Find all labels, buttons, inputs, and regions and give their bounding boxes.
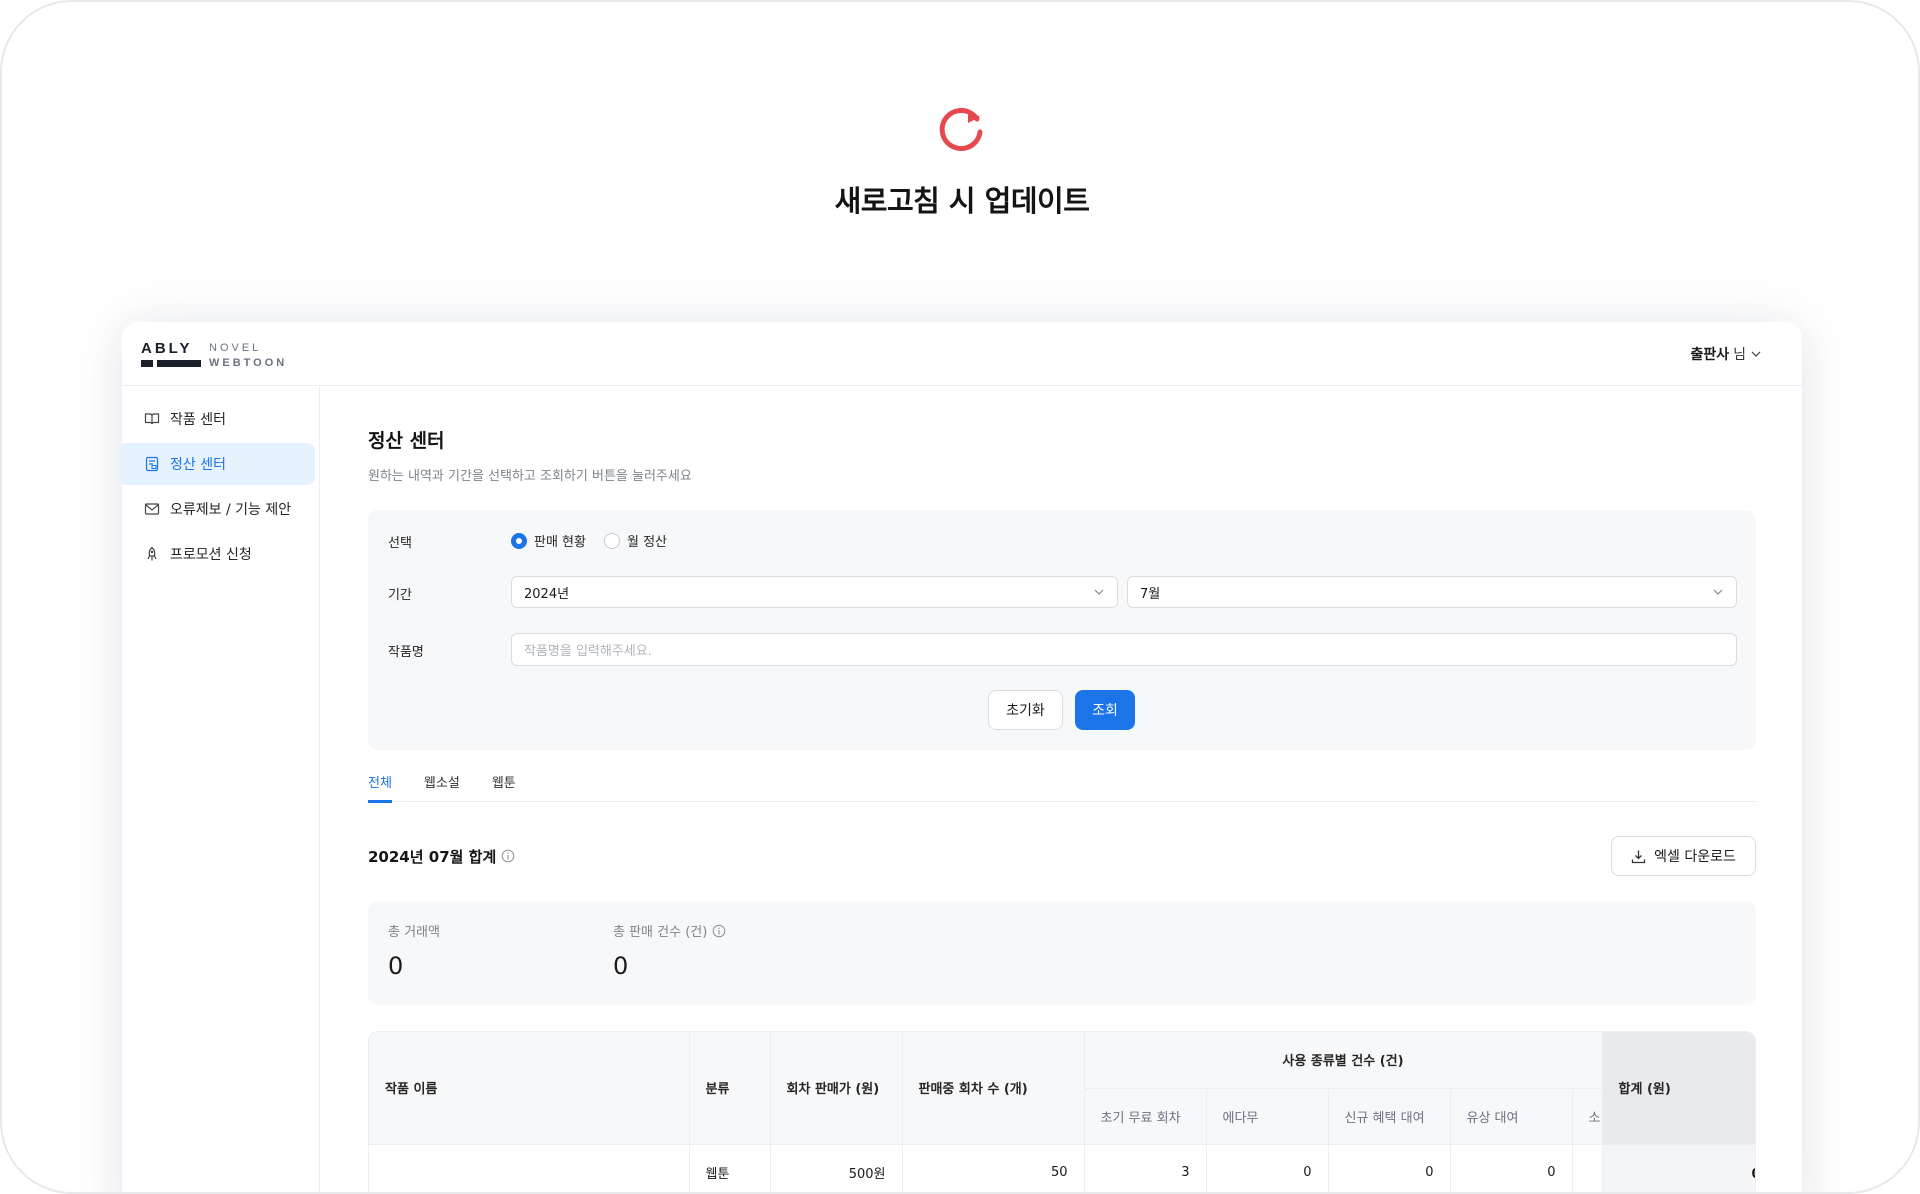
summary-stats: 총 거래액 0 총 판매 건수 (건) 0 (368, 901, 1756, 1005)
update-banner: 새로고침 시 업데이트 (2, 102, 1918, 220)
filter-panel: 선택 판매 현황 월 정산 기간 2024년 7월 작품명 작품명을 입력해주세… (368, 510, 1756, 750)
update-banner-title: 새로고침 시 업데이트 (834, 184, 1090, 218)
col-new-benefit-rental: 신규 혜택 대여 (1328, 1088, 1451, 1145)
stat-total-amount: 총 거래액 0 (388, 921, 440, 980)
col-usage-group: 사용 종류별 건수 (건) (1084, 1032, 1603, 1089)
info-icon[interactable] (501, 849, 515, 863)
tab-all[interactable]: 전체 (368, 764, 392, 803)
page-title: 정산 센터 (368, 430, 445, 452)
download-icon (1631, 850, 1646, 863)
mail-icon (144, 503, 160, 515)
info-icon[interactable] (712, 924, 726, 938)
cell-free-initial: 3 (1084, 1144, 1207, 1192)
radio-monthly-settlement[interactable]: 월 정산 (603, 531, 667, 550)
sidebar: 작품 센터 정산 센터 오류제보 / 기능 제안 프로모션 신청 (122, 386, 320, 1192)
cell-price: 500원 (770, 1144, 903, 1192)
logo-webtoon: WEBTOON (209, 357, 288, 369)
col-title: 작품 이름 (369, 1032, 690, 1145)
reset-button[interactable]: 초기화 (988, 690, 1063, 730)
chevron-down-icon (1713, 589, 1723, 595)
top-bar: ABLY NOVEL WEBTOON 출판사 님 (122, 322, 1802, 386)
stat-label: 총 거래액 (388, 925, 440, 940)
user-suffix: 님 (1733, 347, 1746, 363)
category-tabs: 전체 웹소설 웹툰 (368, 764, 1756, 803)
stat-value: 0 (613, 952, 629, 980)
cell-title (369, 1144, 690, 1192)
radio-label: 월 정산 (626, 535, 667, 550)
col-price: 회차 판매가 (원) (770, 1032, 903, 1145)
cell-paid-rental: 0 (1450, 1144, 1573, 1192)
summary-title-group: 2024년 07월 합계 (368, 846, 515, 867)
sidebar-item-promotion[interactable]: 프로모션 신청 (122, 533, 315, 575)
radio-sales-status[interactable]: 판매 현황 (511, 531, 586, 550)
book-icon (144, 413, 160, 425)
col-total: 합계 (원) (1602, 1032, 1755, 1145)
cell-episodes: 50 (902, 1144, 1085, 1192)
col-episodes: 판매중 회차 수 (개) (902, 1032, 1085, 1145)
cell-edamu: 0 (1206, 1144, 1329, 1192)
user-name: 출판사 (1690, 347, 1730, 363)
main-content: 정산 센터 원하는 내역과 기간을 선택하고 조회하기 버튼을 눌러주세요 선택… (368, 386, 1758, 1192)
logo-mark-long (157, 360, 201, 367)
user-menu[interactable]: 출판사 님 (1690, 344, 1762, 364)
sidebar-item-settlement[interactable]: 정산 센터 (122, 443, 315, 485)
sales-table: 작품 이름 분류 회차 판매가 (원) 판매중 회차 수 (개) 사용 종류별 … (369, 1032, 1755, 1192)
select-label: 선택 (388, 536, 412, 551)
cell-new-benefit-rental: 0 (1328, 1144, 1451, 1192)
col-free-initial: 초기 무료 회차 (1084, 1088, 1207, 1145)
refresh-icon (939, 108, 983, 151)
report-type-radio-group: 판매 현황 월 정산 (511, 531, 667, 550)
sidebar-item-feedback[interactable]: 오류제보 / 기능 제안 (122, 488, 315, 530)
excel-download-label: 엑셀 다운로드 (1654, 849, 1736, 865)
sidebar-item-label: 정산 센터 (170, 457, 226, 473)
radio-dot (603, 532, 620, 549)
sales-table-container[interactable]: 작품 이름 분류 회차 판매가 (원) 판매중 회차 수 (개) 사용 종류별 … (368, 1031, 1756, 1192)
chevron-down-icon (1751, 351, 1761, 357)
year-select-value: 2024년 (524, 586, 570, 602)
chevron-down-icon (1094, 589, 1104, 595)
app-window: ABLY NOVEL WEBTOON 출판사 님 작품 센터 정산 센터 오류제… (122, 322, 1802, 1192)
month-select[interactable]: 7월 (1127, 576, 1737, 608)
col-edamu: 에다무 (1206, 1088, 1329, 1145)
sidebar-item-label: 프로모션 신청 (170, 547, 252, 563)
device-frame: 새로고침 시 업데이트 ABLY NOVEL WEBTOON 출판사 님 작품 … (0, 0, 1920, 1194)
rocket-icon (147, 546, 157, 561)
page-description: 원하는 내역과 기간을 선택하고 조회하기 버튼을 눌러주세요 (368, 469, 692, 484)
table-row[interactable]: 웹툰 500원 50 3 0 0 0 0원 (369, 1144, 1755, 1192)
year-select[interactable]: 2024년 (511, 576, 1118, 608)
stat-total-sales: 총 판매 건수 (건) 0 (613, 921, 726, 980)
cell-category: 웹툰 (689, 1144, 771, 1192)
excel-download-button[interactable]: 엑셀 다운로드 (1611, 836, 1756, 876)
sidebar-item-works[interactable]: 작품 센터 (122, 398, 315, 440)
title-label: 작품명 (388, 645, 424, 660)
col-category: 분류 (689, 1032, 771, 1145)
summary-header: 2024년 07월 합계 엑셀 다운로드 (368, 836, 1756, 876)
tab-webtoon[interactable]: 웹툰 (492, 764, 516, 801)
search-button[interactable]: 조회 (1075, 690, 1135, 730)
ably-logo[interactable]: ABLY NOVEL WEBTOON (141, 340, 291, 372)
col-paid-rental: 유상 대여 (1450, 1088, 1573, 1145)
summary-title: 2024년 07월 합계 (368, 847, 497, 866)
tab-web-novel[interactable]: 웹소설 (424, 764, 460, 801)
radio-label: 판매 현황 (534, 535, 586, 550)
radio-dot (511, 532, 527, 549)
sidebar-item-label: 작품 센터 (170, 412, 226, 428)
stat-value: 0 (388, 952, 404, 980)
logo-mark-short (141, 360, 153, 367)
stat-label: 총 판매 건수 (건) (613, 925, 708, 940)
logo-novel: NOVEL (209, 342, 262, 354)
title-search-input[interactable]: 작품명을 입력해주세요. (511, 633, 1737, 666)
cell-truncated (1572, 1144, 1603, 1192)
receipt-icon (145, 456, 159, 472)
period-label: 기간 (388, 588, 412, 603)
col-truncated: 소 (1572, 1088, 1603, 1145)
sidebar-item-label: 오류제보 / 기능 제안 (170, 502, 292, 518)
logo-brand: ABLY (141, 340, 193, 357)
month-select-value: 7월 (1140, 586, 1161, 602)
cell-total: 0원 (1602, 1144, 1755, 1192)
